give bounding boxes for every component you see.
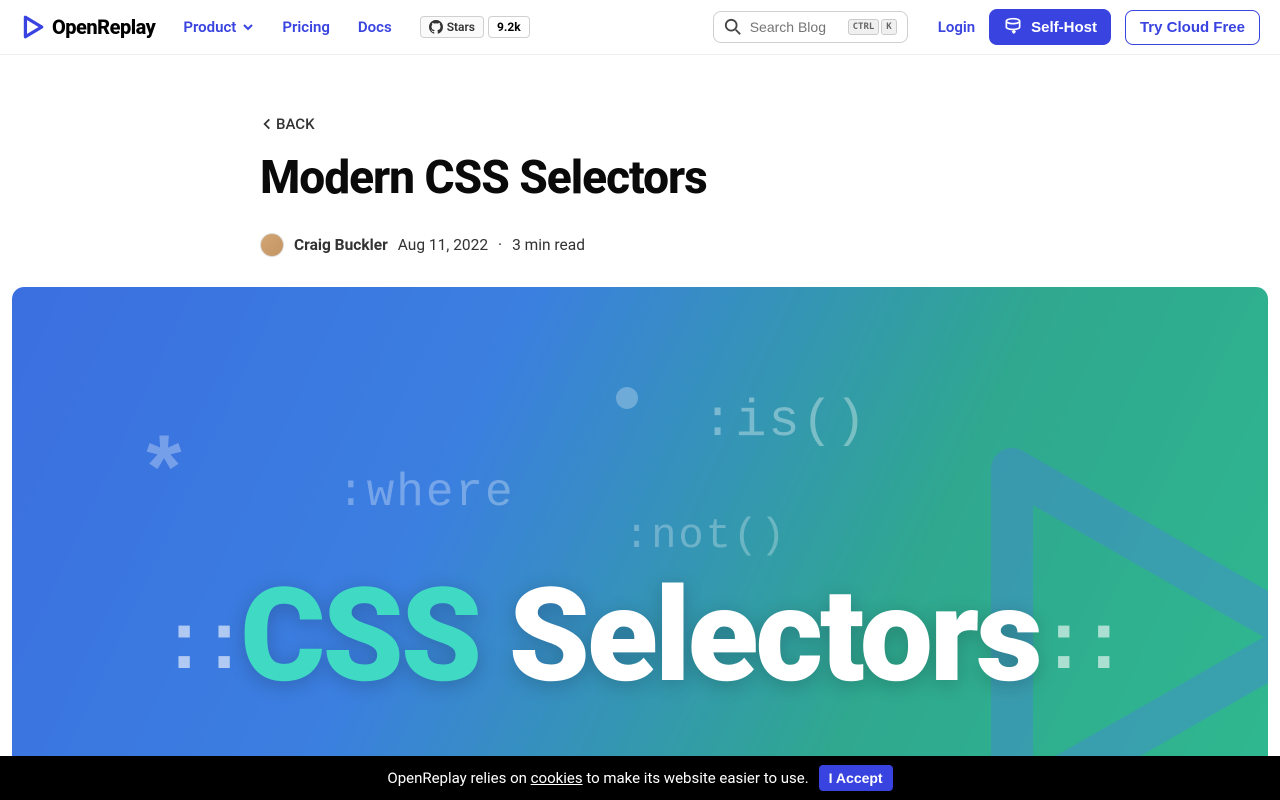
search-box[interactable]: CTRL K (713, 11, 908, 43)
cookie-link[interactable]: cookies (531, 769, 583, 787)
article-date: Aug 11, 2022 (398, 236, 488, 254)
search-icon (724, 18, 742, 36)
try-free-button[interactable]: Try Cloud Free (1125, 10, 1260, 45)
kbd-ctrl: CTRL (848, 19, 880, 35)
site-header: OpenReplay Product Pricing Docs Stars 9.… (0, 0, 1280, 55)
search-shortcut: CTRL K (848, 19, 897, 35)
hero-hint-is: :is() (702, 392, 868, 451)
cookie-accept-button[interactable]: I Accept (819, 765, 893, 791)
github-badge[interactable]: Stars 9.2k (420, 16, 530, 38)
primary-nav: Product Pricing Docs (183, 18, 391, 36)
github-stars-label: Stars (447, 20, 475, 34)
nav-pricing[interactable]: Pricing (282, 18, 330, 36)
nav-product-label: Product (183, 18, 236, 36)
search-input[interactable] (750, 19, 840, 35)
hero-dots-right: :: (1040, 602, 1120, 693)
brand-name: OpenReplay (52, 15, 155, 39)
play-triangle-icon (20, 14, 46, 40)
chevron-left-icon (260, 117, 274, 131)
article-title: Modern CSS Selectors (260, 151, 1020, 205)
main-content: BACK Modern CSS Selectors Craig Buckler … (0, 55, 1280, 777)
nav-docs-label: Docs (358, 18, 392, 36)
hero-image: * :is() :where :not() ::CSS Selectors:: (12, 287, 1268, 777)
hero-css-word: CSS (240, 559, 479, 712)
kbd-k: K (881, 19, 896, 35)
hero-title: ::CSS Selectors:: (12, 559, 1268, 712)
header-actions: Login Self-Host Try Cloud Free (938, 9, 1260, 45)
cookie-banner: OpenReplay relies on cookies to make its… (0, 756, 1280, 800)
github-stars-count: 9.2k (488, 16, 530, 38)
hero-hint-not: :not() (624, 512, 787, 560)
decorative-dot (616, 387, 638, 409)
login-link[interactable]: Login (938, 18, 975, 36)
chevron-down-icon (242, 21, 254, 33)
hero-asterisk: * (137, 427, 191, 529)
database-icon (1003, 17, 1023, 37)
brand-logo[interactable]: OpenReplay (20, 14, 155, 40)
hero-dots-left: :: (160, 602, 240, 693)
cookie-text: OpenReplay relies on cookies to make its… (387, 769, 808, 787)
hero-hint-where: :where (337, 467, 515, 519)
nav-pricing-label: Pricing (282, 18, 330, 36)
back-label: BACK (276, 115, 315, 133)
hero-selectors-word: Selectors (479, 559, 1040, 712)
article-meta: Craig Buckler Aug 11, 2022 · 3 min read (260, 233, 1020, 257)
article-header: BACK Modern CSS Selectors Craig Buckler … (260, 115, 1020, 287)
author-name: Craig Buckler (294, 236, 388, 254)
self-host-button[interactable]: Self-Host (989, 9, 1111, 45)
back-link[interactable]: BACK (260, 115, 1020, 133)
github-icon (429, 20, 443, 34)
cookie-suffix: to make its website easier to use. (583, 769, 809, 787)
author-avatar (260, 233, 284, 257)
nav-product[interactable]: Product (183, 18, 254, 36)
read-time: 3 min read (512, 236, 585, 254)
self-host-label: Self-Host (1031, 19, 1097, 36)
meta-separator: · (498, 236, 502, 254)
github-stars-button[interactable]: Stars (420, 16, 484, 38)
cookie-prefix: OpenReplay relies on (387, 769, 530, 787)
nav-docs[interactable]: Docs (358, 18, 392, 36)
